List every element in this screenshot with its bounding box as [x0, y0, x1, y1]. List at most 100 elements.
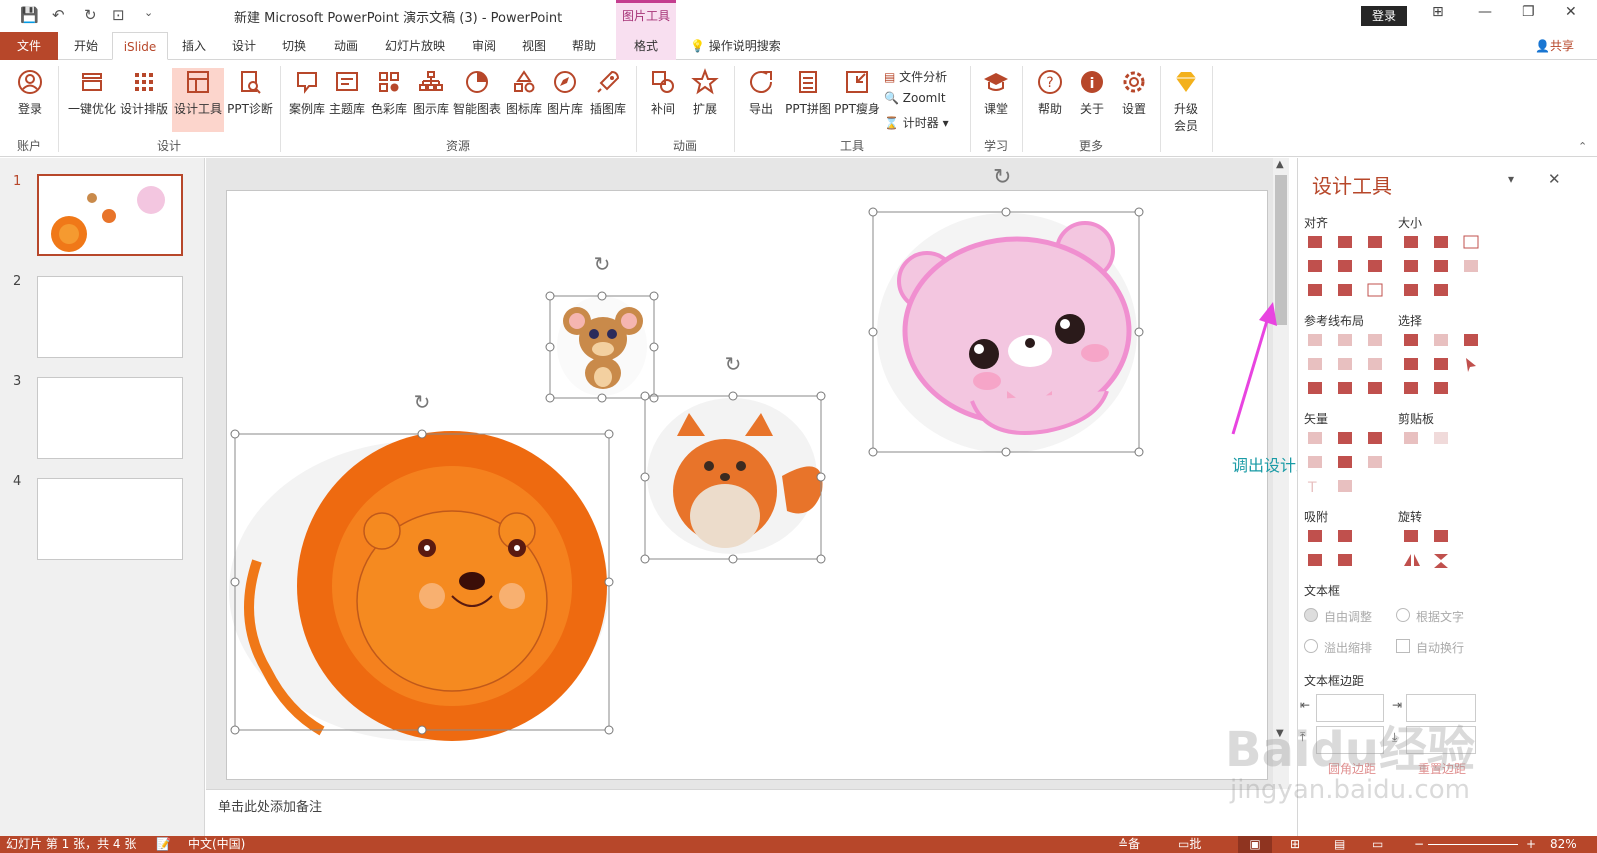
upgrade-member-button[interactable]: 升级 会员	[1170, 68, 1202, 133]
language-indicator[interactable]: 中文(中国)	[188, 836, 245, 853]
tab-insert[interactable]: 插入	[172, 32, 216, 60]
settings-button[interactable]: 设置	[1118, 68, 1150, 132]
tab-islide[interactable]: iSlide	[112, 32, 168, 60]
tab-slideshow[interactable]: 幻灯片放映	[378, 32, 452, 60]
illustration-library-button[interactable]: 插图库	[588, 68, 628, 132]
lion-image[interactable]	[229, 431, 609, 741]
comments-toggle[interactable]: ▭ 批注	[1178, 836, 1201, 853]
pink-bear-image[interactable]	[877, 213, 1137, 453]
ribbon-display-icon[interactable]: ⊞	[1432, 4, 1444, 20]
tab-home[interactable]: 开始	[64, 32, 108, 60]
panel-menu-icon[interactable]: ▾	[1508, 172, 1514, 186]
tab-design[interactable]: 设计	[222, 32, 266, 60]
close-icon[interactable]: ✕	[1565, 4, 1577, 20]
rotate-handle-icon[interactable]: ↻	[414, 390, 431, 414]
redo-icon[interactable]: ↻	[84, 6, 97, 24]
tab-format[interactable]: 格式	[616, 32, 676, 60]
slide-thumbnail-pane: 1 2 3 4	[0, 158, 205, 836]
classroom-button[interactable]: 课堂	[980, 68, 1012, 132]
mouse-image[interactable]	[557, 296, 647, 396]
slide-thumbnail-2[interactable]	[37, 276, 183, 358]
section-textbox-margin: 文本框边距	[1304, 674, 1365, 688]
presenter-icon[interactable]: ⊡	[112, 6, 125, 24]
scroll-up-icon[interactable]: ▲	[1276, 159, 1284, 170]
radio-free-adjust[interactable]	[1304, 608, 1318, 622]
snap-rotate-icons[interactable]	[1306, 528, 1486, 576]
thumbnail-animals-image	[51, 186, 165, 252]
share-button[interactable]: 👤共享	[1535, 32, 1574, 60]
slide-canvas[interactable]: ↻ ↻ ↻	[226, 168, 1268, 780]
notes-toggle[interactable]: ≙ 备注	[1118, 836, 1140, 853]
fox-image[interactable]	[647, 398, 823, 554]
zoomit-button[interactable]: 🔍 ZoomIt	[884, 91, 946, 105]
tab-help[interactable]: 帮助	[562, 32, 606, 60]
design-tools-button[interactable]: 设计工具	[172, 68, 224, 132]
one-click-optimize-button[interactable]: 一键优化	[66, 68, 118, 132]
slideshow-icon[interactable]: ▭	[1372, 836, 1383, 853]
file-analysis-button[interactable]: ▤ 文件分析	[884, 68, 947, 85]
undo-icon[interactable]: ↶	[52, 6, 65, 24]
zoom-level[interactable]: 82%	[1550, 836, 1577, 853]
image-library-button[interactable]: 图片库	[546, 68, 584, 132]
collapse-ribbon-icon[interactable]: ⌃	[1578, 140, 1587, 153]
align-tools-icons[interactable]	[1306, 234, 1486, 304]
extend-button[interactable]: 扩展	[690, 68, 720, 132]
rotate-handle-icon[interactable]: ↻	[993, 165, 1011, 190]
slide-sorter-icon[interactable]: ⊞	[1290, 836, 1300, 853]
radio-fit-text[interactable]	[1396, 608, 1410, 622]
diagram-library-button[interactable]: 图示库	[412, 68, 450, 132]
smart-chart-button[interactable]: 智能图表	[452, 68, 502, 132]
about-button[interactable]: i 关于	[1076, 68, 1108, 132]
normal-view-icon[interactable]: ▣	[1238, 836, 1272, 853]
notes-pane[interactable]: 单击此处添加备注	[206, 789, 1273, 836]
timer-button[interactable]: ⌛ 计时器 ▾	[884, 114, 949, 131]
tab-file[interactable]: 文件	[0, 32, 58, 60]
tell-me-search[interactable]: 💡 操作说明搜索	[690, 32, 781, 60]
reading-view-icon[interactable]: ▤	[1334, 836, 1345, 853]
ppt-diagnosis-button[interactable]: PPT诊断	[226, 68, 274, 132]
color-library-button[interactable]: 色彩库	[370, 68, 408, 132]
svg-text:?: ?	[1046, 75, 1053, 91]
label-fit-text: 根据文字	[1416, 610, 1465, 624]
ppt-slim-button[interactable]: PPT瘦身	[834, 68, 880, 132]
gear-icon	[1123, 71, 1145, 93]
section-align: 对齐	[1304, 216, 1329, 230]
guide-select-icons[interactable]	[1306, 332, 1486, 402]
theme-library-button[interactable]: 主题库	[328, 68, 366, 132]
zoom-in-icon[interactable]: +	[1526, 836, 1536, 853]
spellcheck-icon[interactable]: 📝	[156, 836, 171, 853]
panel-close-icon[interactable]: ✕	[1548, 170, 1561, 188]
slide-thumbnail-3[interactable]	[37, 377, 183, 459]
minimize-icon[interactable]: —	[1478, 4, 1492, 20]
customize-qat-icon[interactable]: ⌄	[144, 6, 153, 19]
login-ribbon-button[interactable]: 登录	[12, 68, 48, 132]
tween-button[interactable]: 补间	[648, 68, 678, 132]
slide-thumbnail-1[interactable]	[37, 174, 183, 256]
tab-animations[interactable]: 动画	[324, 32, 368, 60]
design-layout-button[interactable]: 设计排版	[118, 68, 170, 132]
case-library-button[interactable]: 案例库	[288, 68, 326, 132]
help-button[interactable]: ? 帮助	[1034, 68, 1066, 132]
tab-transitions[interactable]: 切换	[272, 32, 316, 60]
save-icon[interactable]: 💾	[20, 6, 39, 24]
rotate-handle-icon[interactable]: ↻	[998, 168, 1015, 192]
group-label-tools: 工具	[839, 139, 864, 153]
zoom-out-icon[interactable]: −	[1414, 836, 1424, 853]
restore-icon[interactable]: ❐	[1522, 4, 1535, 20]
rotate-handle-icon[interactable]: ↻	[725, 352, 742, 376]
ribbon: 登录 一键优化 设计排版 设计工具 PPT诊断 案例库 主题库 色彩库 图示库 …	[0, 60, 1597, 157]
icon-library-button[interactable]: 图标库	[504, 68, 544, 132]
tab-review[interactable]: 审阅	[462, 32, 506, 60]
rotate-handle-icon[interactable]: ↻	[594, 252, 611, 276]
vector-clipboard-icons[interactable]: T	[1306, 430, 1486, 500]
login-button[interactable]: 登录	[1361, 6, 1407, 26]
slide-thumbnail-4[interactable]	[37, 478, 183, 560]
tween-shapes-icon	[652, 71, 674, 93]
export-button[interactable]: 导出	[746, 68, 776, 132]
zoom-slider[interactable]	[1428, 844, 1518, 845]
ppt-collage-button[interactable]: PPT拼图	[784, 68, 832, 132]
radio-overflow-shrink[interactable]	[1304, 639, 1318, 653]
checkbox-word-wrap[interactable]	[1396, 639, 1410, 653]
shapes-icon	[514, 70, 535, 93]
tab-view[interactable]: 视图	[512, 32, 556, 60]
